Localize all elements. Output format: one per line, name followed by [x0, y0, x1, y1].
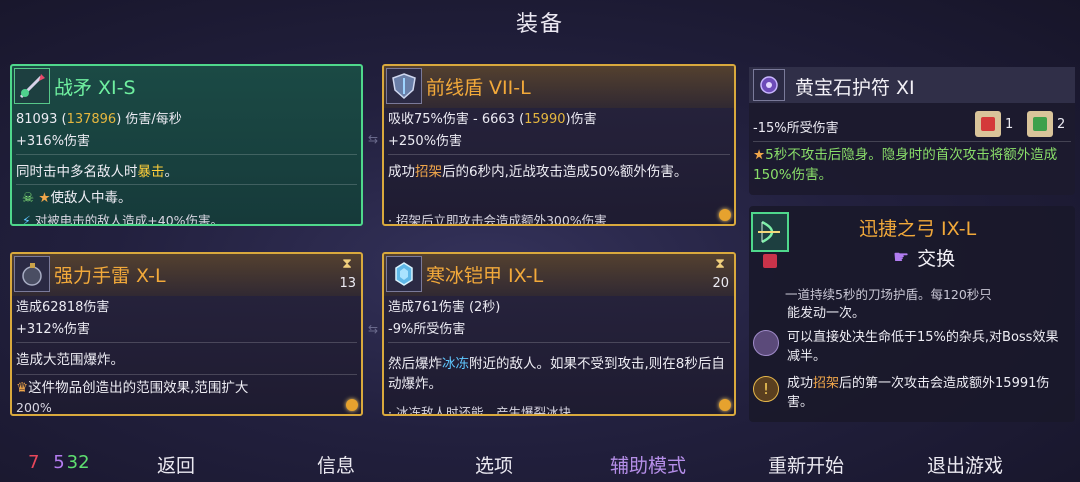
item-description: 然后爆炸冰冻附近的敌人。如果不受到攻击,则在8秒后自动爆炸。	[388, 356, 725, 392]
scroll-counter: 7 5 32	[28, 452, 92, 473]
hourglass-icon: ⧗	[715, 256, 725, 272]
damage-stat: 造成62818伤害	[16, 300, 110, 315]
bolt-icon: ⚡	[22, 213, 31, 226]
swap-item-panel[interactable]: 迅捷之弓 IX-L ☛ 交换 一道持续5秒的刀场护盾。每120秒只 能发动一次。…	[749, 206, 1075, 422]
swap-arrow-icon: ⇆	[367, 322, 379, 336]
card-frost-armor[interactable]: 寒冰铠甲 IX-L ⧗ 20 造成761伤害 (2秒) -9%所受伤害 然后爆炸…	[382, 252, 736, 416]
bottom-nav-bar: 7 5 32 返回 信息 选项 辅助模式 重新开始 退出游戏	[0, 442, 1080, 482]
legendary-gem-icon	[346, 399, 358, 411]
item-description: ★5秒不攻击后隐身。隐身时的首次攻击将额外造成150%伤害。	[753, 147, 1058, 183]
info-button[interactable]: 信息	[317, 451, 355, 478]
restart-button[interactable]: 重新开始	[768, 451, 844, 478]
item-name: 黄宝石护符 XI	[795, 77, 915, 99]
item-description: 成功招架后的6秒内,近战攻击造成50%额外伤害。	[388, 164, 688, 180]
parry-icon: !	[753, 376, 779, 402]
effect-execute: 可以直接处决生命低于15%的杂兵,对Boss效果减半。	[787, 330, 1059, 364]
scroll-red-icon	[763, 254, 777, 268]
red-scroll-count: 7	[28, 452, 40, 473]
star-icon: ★	[753, 147, 766, 163]
shield-icon	[386, 68, 422, 104]
modifier-poison: ☠ ★使敌人中毒。	[22, 190, 132, 206]
card-header: 前线盾 VII-L	[384, 66, 734, 108]
back-button[interactable]: 返回	[157, 451, 195, 478]
panel-header: 黄宝石护符 XI	[749, 67, 1075, 103]
cooldown-value: 13	[339, 276, 356, 291]
modifier-area: ♛这件物品创造出的范围效果,范围扩大	[16, 380, 249, 396]
divider	[388, 342, 730, 343]
purple-scroll-count: 5	[53, 452, 65, 473]
divider	[16, 184, 357, 185]
assist-mode-button[interactable]: 辅助模式	[610, 451, 686, 478]
damage-stat: 81093 (137896) 伤害/每秒	[16, 112, 182, 127]
damage-bonus: +312%伤害	[16, 322, 91, 337]
skull-icon: ☠	[22, 190, 35, 206]
scroll-count: 1	[1005, 117, 1014, 132]
hourglass-icon: ⧗	[342, 256, 352, 272]
item-description: 造成大范围爆炸。	[16, 352, 124, 368]
card-header: 战矛 XI-S	[12, 66, 361, 108]
item-name: 战矛 XI-S	[54, 77, 136, 99]
grenade-icon	[14, 256, 50, 292]
modifier-faded: · 招架后立即攻击会造成额外300%伤害	[388, 213, 607, 226]
star-icon: ★	[38, 190, 51, 206]
effect-faded: 一道持续5秒的刀场护盾。每120秒只	[785, 287, 992, 302]
spear-icon	[14, 68, 50, 104]
execute-icon	[753, 330, 779, 356]
effect-tail: 能发动一次。	[787, 306, 866, 321]
options-button[interactable]: 选项	[475, 451, 513, 478]
amulet-panel[interactable]: 黄宝石护符 XI -15%所受伤害 1 2 ★5秒不攻击后隐身。隐身时的首次攻击…	[749, 67, 1075, 195]
bow-icon	[751, 212, 789, 252]
item-name: 强力手雷 X-L	[54, 265, 166, 287]
legendary-gem-icon	[719, 399, 731, 411]
legendary-gem-icon	[719, 209, 731, 221]
swap-arrow-icon: ⇆	[367, 132, 379, 146]
item-description: 同时击中多名敌人时暴击。	[16, 164, 178, 180]
modifier-faded: 200%	[16, 400, 52, 415]
defense-stat: -9%所受伤害	[388, 322, 466, 337]
screen-title: 装备	[515, 12, 564, 37]
modifier-faded: · 冰冻敌人时还能…产生爆裂冰块	[388, 405, 571, 416]
divider	[16, 374, 357, 375]
modifier-electric: ⚡ 对被电击的敌人造成+40%伤害。	[22, 213, 224, 226]
card-header: 强力手雷 X-L ⧗ 13	[12, 254, 361, 296]
scroll-count: 2	[1057, 117, 1066, 132]
ice-armor-icon	[386, 256, 422, 292]
effect-parry: 成功招架后的第一次攻击会造成额外15991伤害。	[787, 376, 1050, 410]
damage-bonus: +250%伤害	[388, 134, 463, 149]
scroll-green-icon	[1027, 111, 1053, 137]
card-front-shield[interactable]: 前线盾 VII-L 吸收75%伤害 - 6663 (15990)伤害 +250%…	[382, 64, 736, 226]
card-war-spear[interactable]: 战矛 XI-S 81093 (137896) 伤害/每秒 +316%伤害 同时击…	[10, 64, 363, 226]
swap-button[interactable]: ☛ 交换	[893, 244, 955, 271]
cooldown-value: 20	[712, 276, 729, 291]
green-scroll-count: 32	[66, 452, 90, 473]
quit-button[interactable]: 退出游戏	[927, 451, 1003, 478]
card-grenade[interactable]: 强力手雷 X-L ⧗ 13 造成62818伤害 +312%伤害 造成大范围爆炸。…	[10, 252, 363, 416]
divider	[16, 342, 357, 343]
divider	[753, 141, 1071, 142]
block-stat: 吸收75%伤害 - 6663 (15990)伤害	[388, 112, 597, 127]
card-header: 寒冰铠甲 IX-L ⧗ 20	[384, 254, 734, 296]
hand-icon: ☛	[893, 247, 910, 268]
scroll-red-icon	[975, 111, 1001, 137]
divider	[388, 154, 730, 155]
item-name: 迅捷之弓 IX-L	[859, 218, 977, 240]
damage-stat: 造成761伤害 (2秒)	[388, 300, 501, 315]
item-name: 寒冰铠甲 IX-L	[426, 265, 544, 287]
damage-bonus: +316%伤害	[16, 134, 91, 149]
crown-icon: ♛	[16, 380, 29, 396]
item-name: 前线盾 VII-L	[426, 77, 531, 99]
divider	[16, 154, 357, 155]
defense-stat: -15%所受伤害	[753, 121, 839, 136]
amulet-icon	[753, 69, 785, 101]
